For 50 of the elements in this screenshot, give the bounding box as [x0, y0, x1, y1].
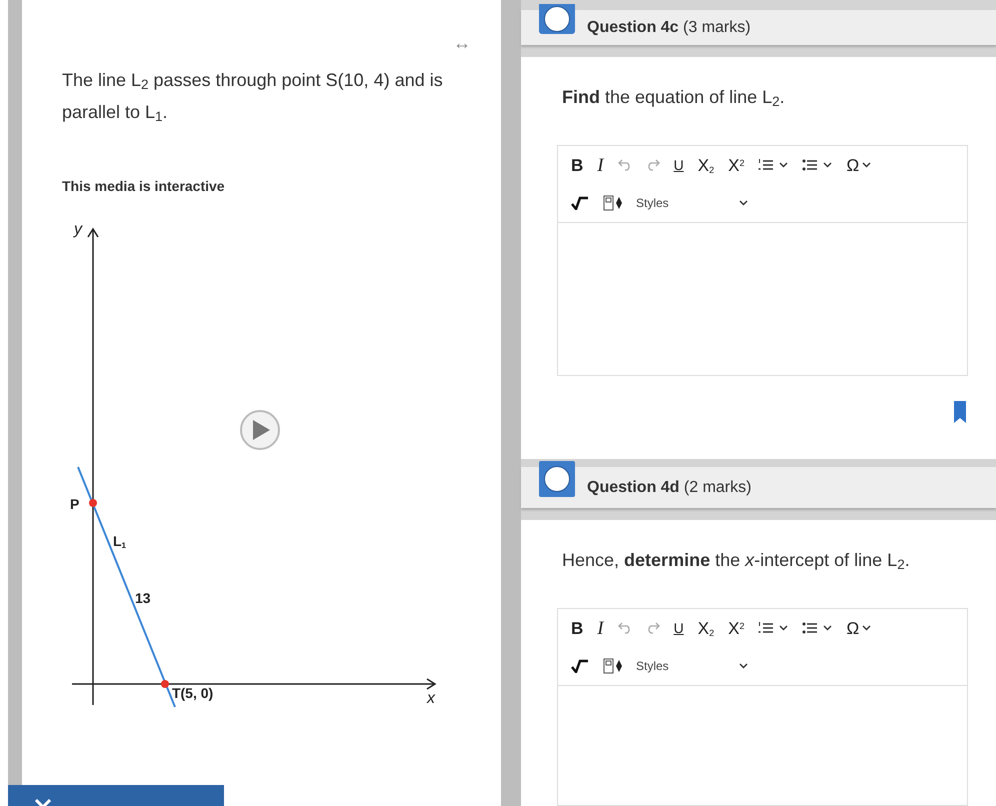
point-label: T(5, 0) [172, 686, 214, 700]
subscript-button[interactable]: X$_{2}$ [690, 620, 722, 636]
caret-icon [779, 625, 788, 631]
point-t [160, 680, 169, 688]
styles-dropdown[interactable]: Styles [632, 194, 752, 212]
square-root-icon [571, 659, 589, 673]
styles-dropdown[interactable]: Styles [632, 657, 752, 675]
caret-icon [739, 200, 748, 206]
question-status-icon[interactable] [539, 4, 575, 34]
question-title: Question 4d (2 marks) [587, 478, 752, 498]
chevron-down-icon [35, 799, 51, 806]
question-status-icon[interactable] [539, 461, 575, 498]
underline-button[interactable]: U [666, 621, 691, 635]
caret-icon [862, 162, 872, 168]
underline-button[interactable]: U [666, 158, 691, 172]
image-icon [603, 658, 625, 674]
length-label: 13 [134, 591, 151, 605]
superscript-button[interactable]: X$^{2}$ [721, 620, 752, 636]
bold-button[interactable]: B [564, 156, 590, 174]
redo-icon [646, 159, 660, 171]
caret-icon [779, 162, 788, 168]
axis-label: x [426, 691, 435, 707]
stimulus-text: The line L$_{2}$ passes through point S(10, 4) and is parallel to L$_{1}$. [62, 69, 444, 126]
subscript-button[interactable]: X$_{2}$ [690, 156, 722, 174]
caret-icon [739, 663, 748, 669]
italic-button[interactable]: I [590, 156, 611, 174]
image-icon [603, 195, 625, 211]
question-prompt: Hence, determine the x-intercept of line L$_{2}$. [562, 549, 911, 574]
special-character-button[interactable]: Ω [839, 620, 878, 636]
caret-icon [823, 162, 832, 168]
bold-button[interactable]: B [564, 620, 590, 636]
axis-label: y [74, 222, 82, 238]
point-label: P [70, 497, 80, 511]
undo-icon [618, 159, 632, 171]
point-p [88, 499, 97, 507]
play-button[interactable] [240, 410, 280, 450]
question-title: Question 4c (3 marks) [587, 18, 751, 38]
question-prompt: Find the equation of line L$_{2}$. [562, 86, 786, 112]
caret-icon [862, 625, 872, 631]
special-character-button[interactable]: Ω [839, 156, 878, 174]
bookmark-icon[interactable] [954, 401, 966, 424]
caret-icon [823, 625, 832, 631]
redo-icon [646, 622, 660, 634]
media-note: This media is interactive [62, 177, 226, 196]
italic-button[interactable]: I [590, 618, 611, 638]
line-label: L$_{1}$ [112, 534, 126, 548]
superscript-button[interactable]: X$^{2}$ [721, 156, 752, 174]
undo-icon [618, 622, 632, 634]
square-root-icon [571, 196, 589, 210]
resize-handle[interactable]: ↔ [453, 30, 472, 57]
